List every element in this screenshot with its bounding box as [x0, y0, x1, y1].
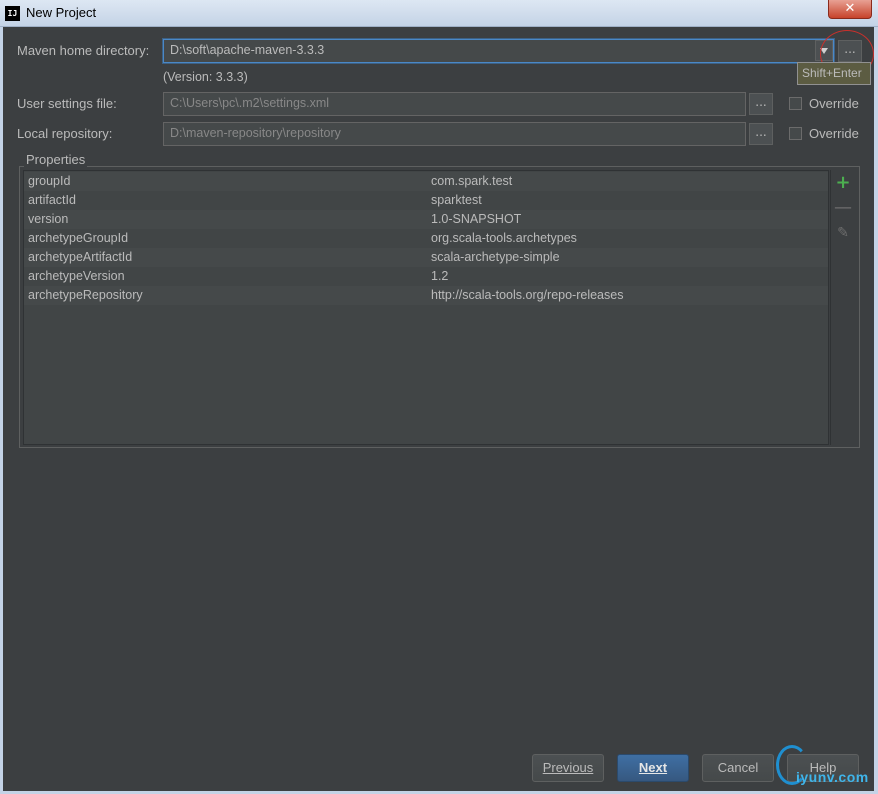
properties-title: Properties [24, 152, 88, 167]
property-key: archetypeArtifactId [28, 250, 133, 264]
property-value: 1.2 [431, 269, 449, 283]
property-key: version [28, 212, 69, 226]
maven-home-combobox[interactable]: D:\soft\apache-maven-3.3.3 [163, 39, 834, 63]
local-repository-label: Local repository: [17, 126, 113, 141]
local-repository-override-checkbox[interactable] [789, 127, 802, 140]
cancel-button[interactable]: Cancel [702, 754, 774, 782]
table-row[interactable]: version 1.0-SNAPSHOT [24, 210, 828, 229]
maven-home-label: Maven home directory: [17, 43, 150, 58]
user-settings-label: User settings file: [17, 96, 117, 111]
remove-property-icon[interactable]: — [831, 197, 855, 219]
table-row[interactable]: archetypeRepository http://scala-tools.o… [24, 286, 828, 305]
local-repository-field[interactable]: D:\maven-repository\repository [163, 122, 746, 146]
user-settings-override-label: Override [809, 96, 859, 111]
shortcut-tooltip: Shift+Enter [797, 62, 871, 85]
watermark: iyunv.com [776, 745, 876, 793]
close-button[interactable]: ✕ [828, 0, 872, 19]
edit-property-icon[interactable]: ✎ [831, 222, 855, 244]
next-button[interactable]: Next [617, 754, 689, 782]
title-bar: IJ New Project ✕ [0, 0, 878, 27]
property-key: archetypeGroupId [28, 231, 129, 245]
user-settings-field[interactable]: C:\Users\pc\.m2\settings.xml [163, 92, 746, 116]
local-repository-browse-button[interactable]: ... [749, 123, 773, 145]
window-frame-right [874, 27, 878, 794]
add-property-icon[interactable]: + [831, 172, 855, 194]
next-button-label: Next [638, 760, 668, 775]
user-settings-override-checkbox[interactable] [789, 97, 802, 110]
property-value: scala-archetype-simple [431, 250, 560, 264]
maven-home-value: D:\soft\apache-maven-3.3.3 [170, 43, 325, 57]
properties-table: groupId com.spark.test artifactId sparkt… [23, 170, 829, 445]
user-settings-value: C:\Users\pc\.m2\settings.xml [170, 96, 330, 110]
table-row[interactable]: archetypeArtifactId scala-archetype-simp… [24, 248, 828, 267]
property-value: sparktest [431, 193, 482, 207]
property-value: com.spark.test [431, 174, 513, 188]
previous-button-label: Previous [542, 760, 594, 775]
table-row[interactable]: artifactId sparktest [24, 191, 828, 210]
watermark-text: iyunv.com [796, 769, 869, 785]
table-row[interactable]: archetypeGroupId org.scala-tools.archety… [24, 229, 828, 248]
local-repository-value: D:\maven-repository\repository [170, 126, 341, 140]
property-key: artifactId [28, 193, 76, 207]
table-row[interactable]: groupId com.spark.test [24, 172, 828, 191]
property-value: org.scala-tools.archetypes [431, 231, 577, 245]
previous-button[interactable]: Previous [532, 754, 604, 782]
cancel-button-label: Cancel [717, 760, 759, 775]
user-settings-browse-button[interactable]: ... [749, 93, 773, 115]
window-title: New Project [26, 5, 97, 20]
table-row[interactable]: archetypeVersion 1.2 [24, 267, 828, 286]
property-key: archetypeRepository [28, 288, 143, 302]
intellij-icon: IJ [5, 6, 20, 21]
local-repository-override-label: Override [809, 126, 859, 141]
property-key: groupId [28, 174, 71, 188]
property-key: archetypeVersion [28, 269, 125, 283]
window-frame-left [0, 27, 3, 794]
property-value: 1.0-SNAPSHOT [431, 212, 522, 226]
maven-version-text: (Version: 3.3.3) [163, 70, 248, 84]
property-value: http://scala-tools.org/repo-releases [431, 288, 624, 302]
